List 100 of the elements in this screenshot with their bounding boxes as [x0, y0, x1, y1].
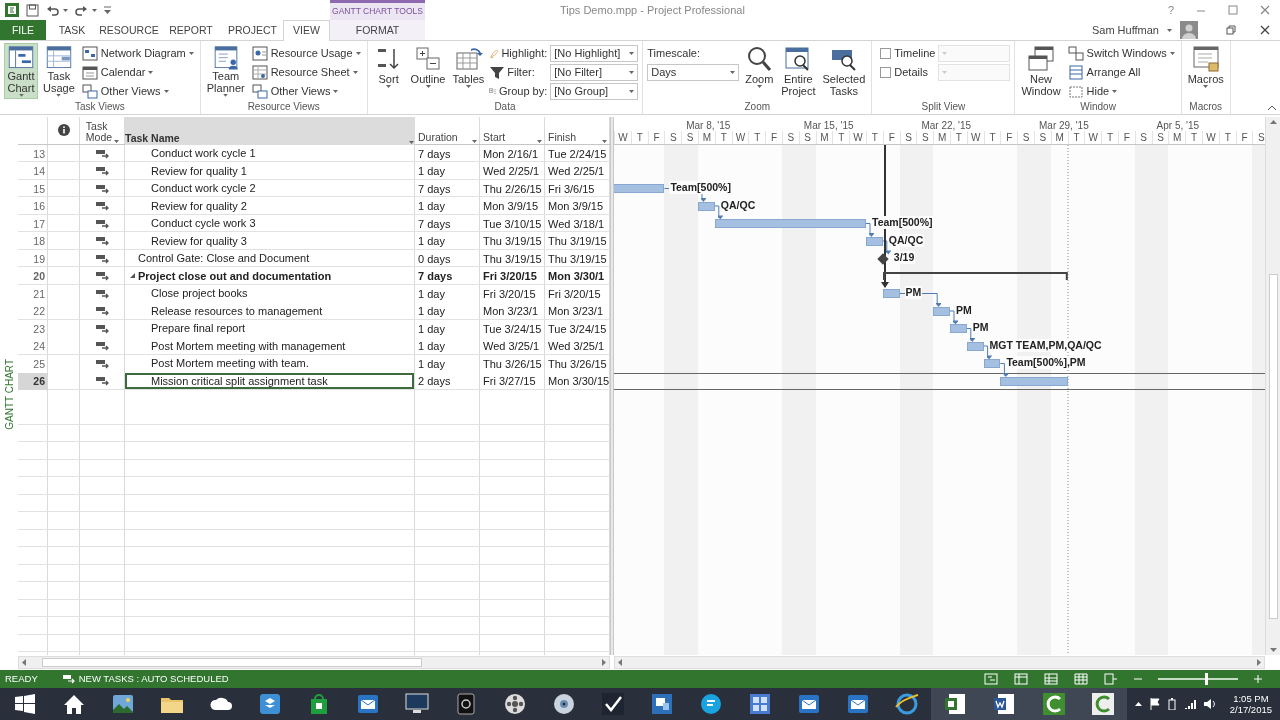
day-letter: S [1034, 131, 1051, 144]
day-letter: T [866, 131, 883, 144]
hide-icon [1067, 83, 1084, 99]
day-letter: S [1134, 131, 1152, 144]
view-icon[interactable] [1014, 673, 1028, 685]
row-number[interactable]: 23 [18, 320, 48, 338]
view-icon[interactable] [984, 673, 998, 685]
row-number[interactable]: 19 [18, 250, 48, 268]
scrollbar[interactable] [1265, 117, 1280, 655]
ribbon-tab[interactable]: VIEW [283, 20, 330, 41]
task-bar [933, 306, 950, 316]
ribbon-button[interactable]: Other Views [249, 82, 363, 100]
help-button[interactable]: ? [1167, 1, 1174, 19]
view-icon[interactable] [1074, 673, 1088, 685]
dropdown-field[interactable]: [No Filter] [550, 63, 639, 81]
caret-icon [629, 70, 635, 74]
row-number[interactable]: 13 [18, 145, 48, 163]
view-icon[interactable] [1044, 673, 1058, 685]
ribbon-tab[interactable]: RESOURCE [98, 20, 160, 40]
ribbon-tab[interactable]: FORMAT [330, 20, 425, 40]
column-header[interactable]: Duration [415, 117, 480, 145]
checkbox[interactable] [880, 47, 892, 59]
check-icon [599, 691, 626, 717]
row-number[interactable]: 24 [18, 337, 48, 355]
group-label: Resource Views [246, 100, 321, 114]
scroll-left-icon [618, 659, 622, 666]
ribbon-button[interactable]: Task Usage [41, 43, 77, 99]
taskbar-button[interactable] [931, 688, 980, 720]
row-number[interactable]: 17 [18, 215, 48, 233]
user-name[interactable]: Sam Huffman [1091, 21, 1159, 39]
ribbon-tab[interactable]: FILE [0, 20, 46, 40]
ribbon-button[interactable]: Network Diagram [79, 44, 196, 62]
ribbon-button[interactable]: Sort [371, 43, 406, 99]
row-number[interactable]: 18 [18, 232, 48, 250]
task-name: Conduct cycle work 3 [150, 216, 257, 231]
ribbon-button[interactable]: Resource Sheet [249, 63, 363, 81]
start-cell-text: Fri 3/20/15 [482, 269, 538, 284]
row-number[interactable]: 25 [18, 355, 48, 373]
taskbar-button[interactable] [1078, 688, 1127, 720]
task-name: Conduct work cycle 2 [150, 181, 257, 196]
checkbox[interactable] [880, 66, 892, 78]
ribbon-button[interactable]: Gantt Chart [4, 43, 38, 99]
day-letter: W [614, 131, 631, 144]
column-header[interactable]: Start [480, 117, 545, 145]
scroll-thumb[interactable] [42, 658, 422, 667]
finish-cell-text: Fri 3/6/15 [547, 181, 596, 197]
row-number[interactable]: 15 [18, 180, 48, 198]
zoom-in-icon [1254, 675, 1262, 683]
group-label: Task Views [73, 100, 126, 114]
dropdown-field[interactable]: [No Highlight] [550, 44, 639, 62]
row-number[interactable]: 16 [18, 197, 48, 215]
scroll-right-icon [602, 659, 606, 666]
finish-cell-text: Thu 3/19/15 [547, 251, 608, 267]
finish-cell-text: Mon 3/23/1 [547, 304, 605, 319]
view-label: GANTT CHART [2, 359, 16, 430]
row-number[interactable]: 26 [18, 372, 48, 390]
column-header[interactable]: Finish [545, 117, 610, 145]
slider-thumb[interactable] [1204, 673, 1208, 685]
ribbon-button[interactable]: Arrange All [1065, 63, 1177, 81]
ribbon-button[interactable]: Team Planner [204, 43, 247, 99]
bar-label: PM [955, 303, 973, 317]
ribbon-button[interactable]: New Window [1019, 43, 1063, 99]
ribbon-tab[interactable]: PROJECT [222, 20, 283, 40]
start-cell-text: Fri 3/20/15 [482, 286, 537, 302]
gantt-chart-icon [6, 45, 36, 71]
caret-icon [602, 140, 607, 143]
dropdown-field[interactable]: Days [647, 63, 740, 81]
day-letter: W [849, 131, 866, 144]
row-number[interactable]: 20 [18, 267, 48, 285]
dropdown-field[interactable]: [No Group] [550, 82, 639, 100]
ribbon-tab[interactable]: TASK [46, 20, 98, 40]
finish-cell-text: Thu 3/19/15 [547, 234, 608, 249]
row-number[interactable]: 14 [18, 162, 48, 180]
ribbon-tab[interactable]: REPORT [160, 20, 222, 40]
row-number[interactable]: 22 [18, 302, 48, 320]
task-mode-icon [95, 148, 110, 159]
day-letter: W [1084, 131, 1102, 144]
ribbon-button[interactable]: Zoom [742, 43, 777, 99]
column-header[interactable]: Task Name [125, 117, 415, 145]
scrollbar[interactable] [18, 656, 610, 669]
day-letter: W [1202, 131, 1219, 144]
scroll-up-icon [1269, 120, 1277, 124]
ribbon-button[interactable]: Entire Project [779, 43, 818, 99]
scroll-thumb[interactable] [1268, 273, 1278, 619]
ribbon-button[interactable]: Tables [450, 43, 487, 99]
ribbon-button[interactable]: Calendar [79, 63, 196, 81]
ribbon-button[interactable]: Hide [1065, 82, 1177, 100]
ribbon-button[interactable]: Resource Usage [249, 44, 363, 62]
ribbon-button[interactable]: Other Views [79, 82, 196, 100]
ribbon-button[interactable]: Selected Tasks [820, 43, 868, 99]
scrollbar[interactable] [614, 656, 1265, 669]
column-header[interactable]: Task Mode [80, 117, 125, 145]
ribbon-button[interactable]: Switch Windows [1065, 44, 1177, 62]
finish-cell-text: Mon 3/30/1 [547, 269, 606, 284]
ribbon-button[interactable]: Macros [1185, 43, 1226, 99]
start-cell-text: Mon 2/16/1 [482, 146, 540, 162]
ribbon-button[interactable]: Outline [408, 43, 448, 99]
task-bar [698, 201, 715, 211]
view-icon[interactable] [1104, 673, 1118, 685]
row-number[interactable]: 21 [18, 285, 48, 303]
